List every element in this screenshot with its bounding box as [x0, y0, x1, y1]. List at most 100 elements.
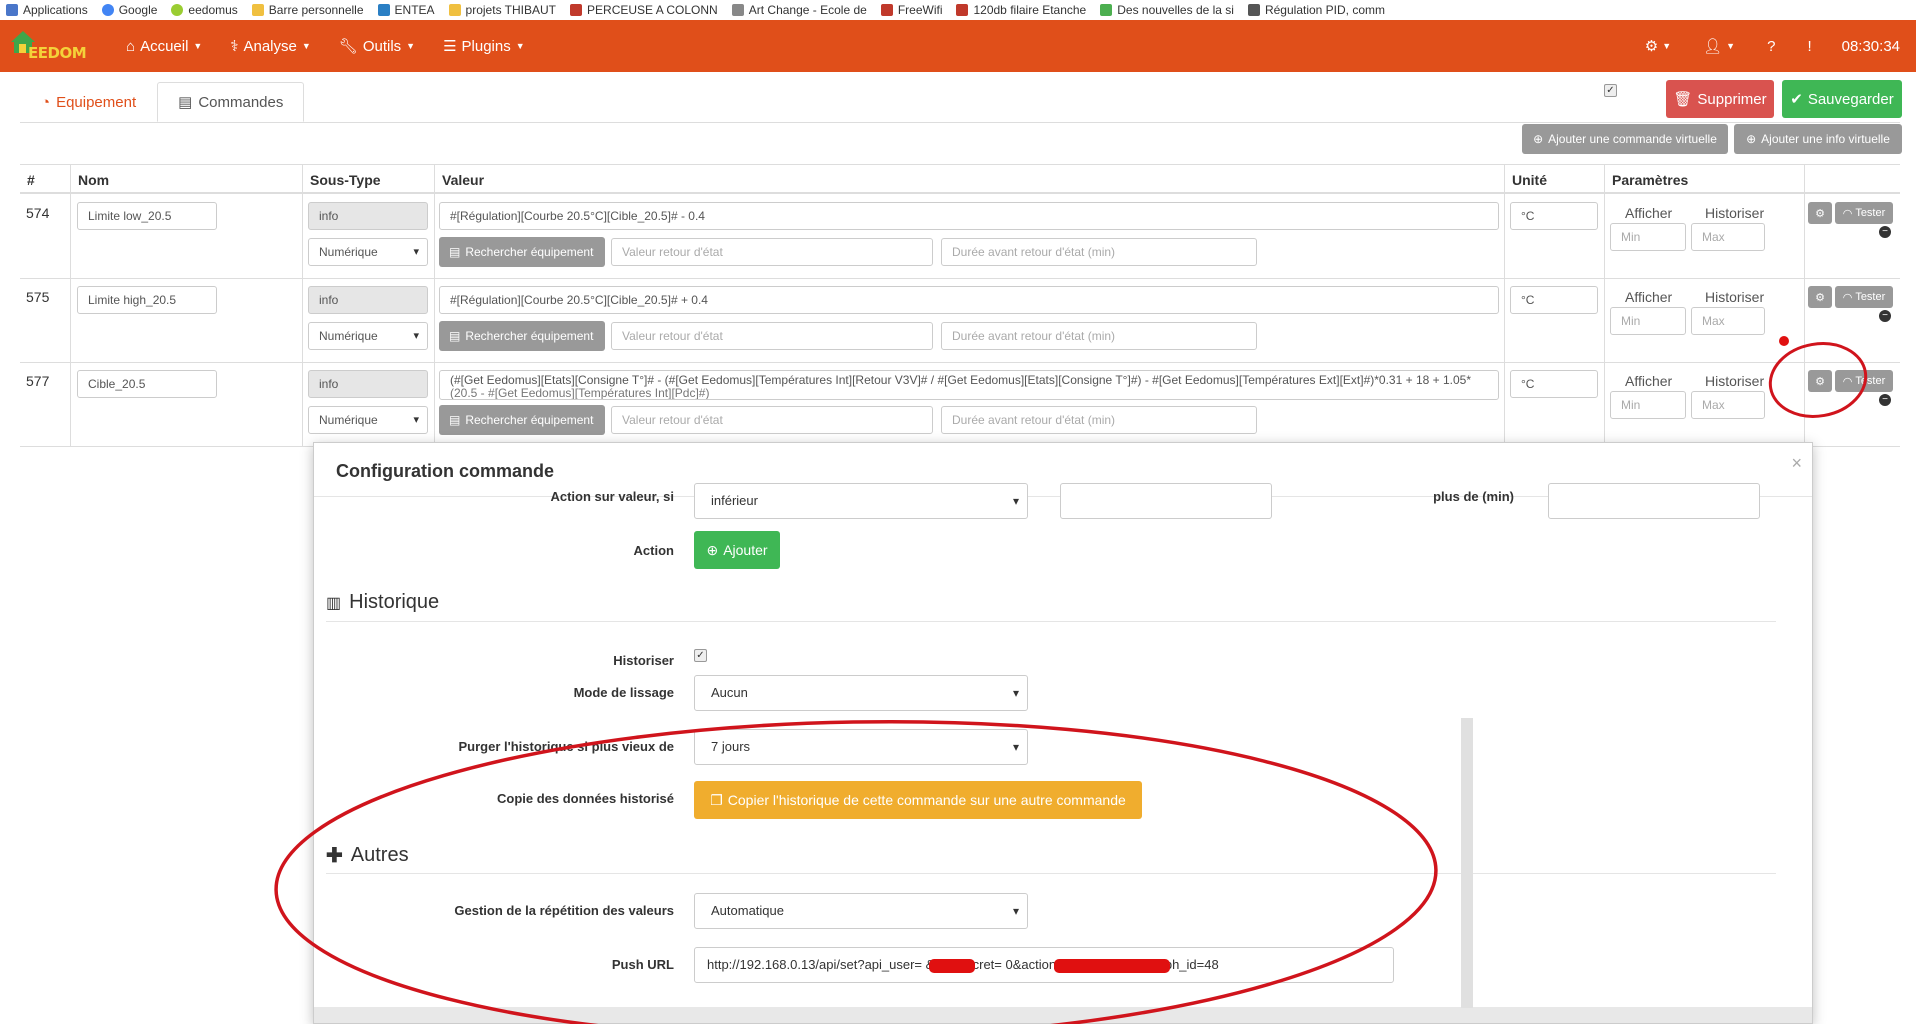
test-button[interactable]: ◠ Tester	[1835, 286, 1893, 308]
unit-input[interactable]: °C	[1510, 286, 1598, 314]
add-action-button[interactable]: ⊕ Ajouter	[694, 531, 780, 569]
unit-input[interactable]: °C	[1510, 370, 1598, 398]
repetition-select[interactable]: Automatique	[694, 893, 1028, 929]
name-input[interactable]: Limite low_20.5	[77, 202, 217, 230]
configure-button[interactable]: ⚙	[1808, 286, 1832, 308]
min-input[interactable]: Min	[1610, 223, 1686, 251]
search-equipment-button[interactable]: ▤ Rechercher équipement	[439, 321, 605, 351]
historiser-checkbox[interactable]: ✓	[694, 649, 707, 662]
return-duration-input[interactable]: Durée avant retour d'état (min)	[941, 322, 1257, 350]
folder-icon	[448, 4, 461, 16]
bookmark-projets-thibaut[interactable]: projets THIBAUT	[448, 3, 556, 17]
plus-circle-icon: ⊕	[706, 541, 719, 558]
add-virtual-info-button[interactable]: ⊕ Ajouter une info virtuelle	[1734, 124, 1902, 154]
row-id: 575	[26, 289, 50, 305]
remove-command-icon[interactable]: −	[1879, 310, 1891, 322]
subtype-select[interactable]: Numérique	[308, 238, 428, 266]
subtype-select[interactable]: Numérique	[308, 406, 428, 434]
close-icon[interactable]: ×	[1791, 453, 1802, 474]
action-condition-select[interactable]: inférieur	[694, 483, 1028, 519]
remove-command-icon[interactable]: −	[1879, 226, 1891, 238]
bookmark-nouvelles[interactable]: Des nouvelles de la si	[1100, 3, 1234, 17]
min-input[interactable]: Min	[1610, 307, 1686, 335]
action-label: Action	[633, 543, 674, 558]
historiser-label[interactable]: Historiser	[1705, 289, 1764, 305]
max-input[interactable]: Max	[1691, 391, 1765, 419]
menu-accueil[interactable]: ⌂ Accueil ▼	[112, 20, 216, 72]
red-marker	[1779, 336, 1789, 346]
return-duration-input[interactable]: Durée avant retour d'état (min)	[941, 238, 1257, 266]
action-value-input[interactable]	[1060, 483, 1272, 519]
search-equipment-button[interactable]: ▤ Rechercher équipement	[439, 237, 605, 267]
enable-checkbox[interactable]: ✓	[1604, 84, 1617, 97]
test-button[interactable]: ◠ Tester	[1835, 202, 1893, 224]
help-button[interactable]: ?	[1751, 38, 1791, 55]
bookmark-art-change[interactable]: Art Change - Ecole de	[731, 3, 867, 17]
value-textarea[interactable]: #[Régulation][Courbe 20.5°C][Cible_20.5]…	[439, 202, 1499, 230]
user-menu[interactable]: 👤︎ ▼	[1687, 37, 1751, 55]
purger-select[interactable]: 7 jours	[694, 729, 1028, 765]
jeedom-logo[interactable]: EEDOM	[8, 26, 98, 66]
add-virtual-command-button[interactable]: ⊕ Ajouter une commande virtuelle	[1522, 124, 1728, 154]
lissage-label: Mode de lissage	[573, 685, 674, 700]
push-url-input[interactable]: http://192.168.0.13/api/set?api_user= &a…	[694, 947, 1394, 983]
rss-icon: ◠	[1842, 291, 1853, 304]
settings-menu[interactable]: ⚙ ▼	[1629, 37, 1687, 55]
subtype-select[interactable]: Numérique	[308, 322, 428, 350]
configure-button[interactable]: ⚙	[1808, 370, 1832, 392]
value-textarea[interactable]: #[Régulation][Courbe 20.5°C][Cible_20.5]…	[439, 286, 1499, 314]
tab-commandes[interactable]: ▤ Commandes	[157, 82, 305, 122]
afficher-label[interactable]: Afficher	[1625, 289, 1672, 305]
unit-input[interactable]: °C	[1510, 202, 1598, 230]
bookmark-barre-personnelle[interactable]: Barre personnelle	[251, 3, 364, 17]
max-input[interactable]: Max	[1691, 307, 1765, 335]
caret-down-icon: ▼	[301, 41, 311, 51]
value-textarea[interactable]: (#[Get Eedomus][Etats][Consigne T°]# - (…	[439, 370, 1499, 400]
name-input[interactable]: Cible_20.5	[77, 370, 217, 398]
bookmark-120db[interactable]: 120db filaire Etanche	[956, 3, 1086, 17]
folder-icon	[251, 4, 264, 16]
bookmark-google[interactable]: Google	[101, 3, 157, 17]
delete-button[interactable]: 🗑︎ Supprimer	[1666, 80, 1774, 118]
bookmark-perceuse[interactable]: PERCEUSE A COLONN	[570, 3, 718, 17]
bookmark-regulation-pid[interactable]: Régulation PID, comm	[1247, 3, 1385, 17]
push-url-label: Push URL	[611, 957, 674, 972]
lissage-select[interactable]: Aucun	[694, 675, 1028, 711]
alert-button[interactable]: !	[1791, 38, 1827, 55]
max-input[interactable]: Max	[1691, 223, 1765, 251]
plus-circle-icon: ⊕	[1533, 132, 1544, 146]
caret-down-icon: ▼	[193, 41, 203, 51]
menu-plugins[interactable]: ☰ Plugins ▼	[429, 20, 539, 72]
ent-icon	[377, 4, 390, 16]
remove-command-icon[interactable]: −	[1879, 394, 1891, 406]
main-menu: ⌂ Accueil ▼ ⚕ Analyse ▼ 🔧︎ Outils ▼ ☰ Plugins ▼	[112, 20, 539, 72]
copy-history-button[interactable]: ❐ Copier l'historique de cette commande s…	[694, 781, 1142, 819]
name-input[interactable]: Limite high_20.5	[77, 286, 217, 314]
menu-analyse[interactable]: ⚕ Analyse ▼	[216, 20, 324, 72]
plus-de-input[interactable]	[1548, 483, 1760, 519]
menu-outils[interactable]: 🔧︎ Outils ▼	[325, 20, 429, 72]
min-input[interactable]: Min	[1610, 391, 1686, 419]
historiser-label[interactable]: Historiser	[1705, 205, 1764, 221]
afficher-label[interactable]: Afficher	[1625, 205, 1672, 221]
search-equipment-button[interactable]: ▤ Rechercher équipement	[439, 405, 605, 435]
test-button[interactable]: ◠ Tester	[1835, 370, 1893, 392]
modal-scrollbar[interactable]	[1461, 718, 1473, 1008]
configure-button[interactable]: ⚙	[1808, 202, 1832, 224]
return-value-input[interactable]: Valeur retour d'état	[611, 322, 933, 350]
bookmark-entea[interactable]: ENTEA	[377, 3, 435, 17]
historiser-label[interactable]: Historiser	[1705, 373, 1764, 389]
top-navbar: EEDOM ⌂ Accueil ▼ ⚕ Analyse ▼ 🔧︎ Outils ▼ ☰ Plu…	[0, 20, 1916, 72]
repetition-label: Gestion de la répétition des valeurs	[454, 903, 674, 918]
bookmark-freewifi[interactable]: FreeWifi	[880, 3, 942, 17]
return-value-input[interactable]: Valeur retour d'état	[611, 406, 933, 434]
tab-equipement[interactable]: ◔ Equipement	[20, 82, 157, 122]
modal-title: Configuration commande	[336, 461, 555, 481]
afficher-label[interactable]: Afficher	[1625, 373, 1672, 389]
bookmark-eedomus[interactable]: eedomus	[171, 3, 238, 17]
bookmark-applications[interactable]: Applications	[6, 3, 88, 17]
list-icon: ☰	[443, 38, 457, 55]
return-value-input[interactable]: Valeur retour d'état	[611, 238, 933, 266]
return-duration-input[interactable]: Durée avant retour d'état (min)	[941, 406, 1257, 434]
save-button[interactable]: ✔ Sauvegarder	[1782, 80, 1902, 118]
